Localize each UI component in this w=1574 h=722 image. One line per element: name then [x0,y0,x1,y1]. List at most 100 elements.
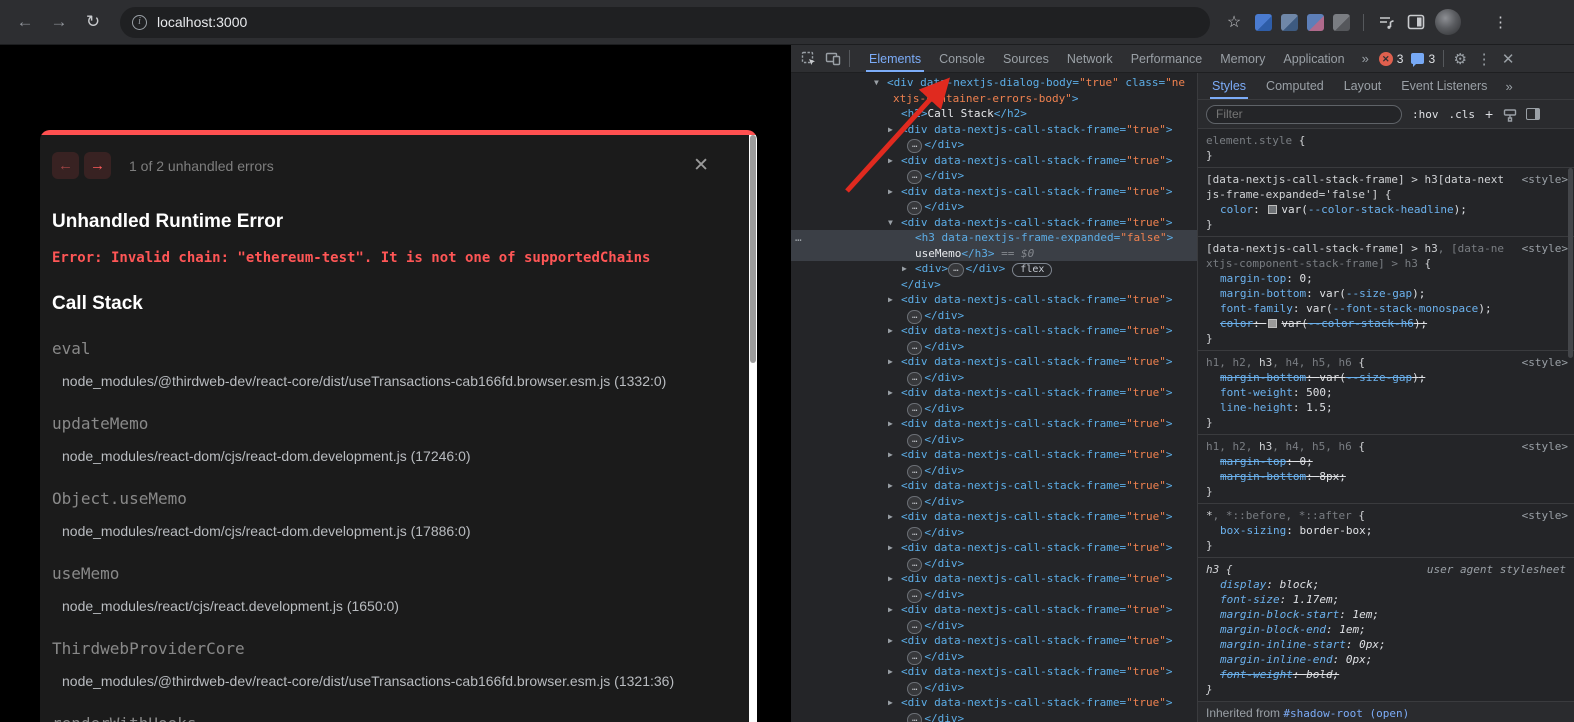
styles-filter-input[interactable] [1206,105,1402,124]
tree-row[interactable]: …</div> [791,168,1197,184]
tree-row[interactable]: …</div> [791,525,1197,541]
expand-inline-button[interactable]: … [907,620,922,634]
tree-row[interactable]: <h2>Call Stack</h2> [791,106,1197,122]
inspect-element-icon[interactable] [797,48,821,70]
tree-row[interactable]: ▼<div data-nextjs-call-stack-frame="true… [791,215,1197,231]
expand-inline-button[interactable]: … [948,263,963,277]
css-property[interactable]: color: var(--color-stack-h6); [1206,316,1568,331]
stack-frame[interactable]: ThirdwebProviderCorenode_modules/@thirdw… [52,639,745,689]
css-rule[interactable]: element.style {} [1198,129,1574,168]
expand-arrow-icon[interactable]: ▶ [888,153,893,169]
stack-frame[interactable]: renderWithHooksnode_modules/react-dom/cj… [52,714,745,722]
expand-arrow-icon[interactable]: ▶ [888,602,893,618]
address-bar[interactable]: i localhost:3000 [120,7,1210,38]
toggle-classes[interactable]: .cls [1449,108,1476,121]
tab-console[interactable]: Console [930,45,994,72]
back-button[interactable]: ← [10,7,40,37]
site-info-icon[interactable]: i [132,15,147,30]
toggle-sidebar-icon[interactable] [1526,108,1540,120]
node-menu-dots[interactable]: … [795,230,803,246]
expand-arrow-icon[interactable]: ▶ [888,122,893,138]
tree-row[interactable]: ▼<div data-nextjs-dialog-body="true" cla… [791,75,1197,91]
tree-row[interactable]: …</div> [791,339,1197,355]
css-rule[interactable]: h1, h2, h3, h4, h5, h6 {<style>margin-to… [1198,435,1574,504]
expand-arrow-icon[interactable]: ▼ [874,75,879,91]
device-toolbar-icon[interactable] [821,48,845,70]
tree-row[interactable]: …</div> [791,556,1197,572]
tree-row[interactable]: ▶<div data-nextjs-call-stack-frame="true… [791,292,1197,308]
rule-origin-link[interactable]: <style> [1522,241,1568,256]
tree-row[interactable]: ▶<div data-nextjs-call-stack-frame="true… [791,633,1197,649]
tree-row[interactable]: …</div> [791,680,1197,696]
rendering-icon[interactable] [1503,108,1516,121]
tree-row[interactable]: ▶<div data-nextjs-call-stack-frame="true… [791,354,1197,370]
rule-origin-link[interactable]: <style> [1522,172,1568,187]
css-property[interactable]: color: var(--color-stack-headline); [1206,202,1568,217]
tab-network[interactable]: Network [1058,45,1122,72]
tab-list-icon[interactable] [1377,12,1397,32]
expand-arrow-icon[interactable]: ▶ [888,323,893,339]
extension-icon[interactable] [1307,14,1324,31]
expand-inline-button[interactable]: … [907,558,922,572]
rule-origin-link[interactable]: <style> [1522,355,1568,370]
tab-elements[interactable]: Elements [860,45,930,72]
expand-inline-button[interactable]: … [907,713,922,722]
tree-row[interactable]: ▶<div data-nextjs-call-stack-frame="true… [791,416,1197,432]
expand-arrow-icon[interactable]: ▶ [888,354,893,370]
tree-row[interactable]: ▶<div data-nextjs-call-stack-frame="true… [791,385,1197,401]
css-property[interactable]: margin-top: 0; [1206,454,1568,469]
css-property[interactable]: font-size: 1.17em; [1206,592,1568,607]
tree-row[interactable]: …</div> [791,494,1197,510]
toggle-hover-state[interactable]: :hov [1412,108,1439,121]
rule-origin-link[interactable]: user agent stylesheet [1427,562,1566,577]
extension-icon[interactable] [1281,14,1298,31]
expand-arrow-icon[interactable]: ▼ [888,215,893,231]
tree-row[interactable]: …</div> [791,199,1197,215]
expand-arrow-icon[interactable]: ▶ [888,664,893,680]
sidebar-scrollbar[interactable] [1568,168,1573,358]
expand-arrow-icon[interactable]: ▶ [888,540,893,556]
color-swatch[interactable] [1268,319,1277,328]
tree-row[interactable]: </div> [791,277,1197,293]
shadow-root-link[interactable]: #shadow-root (open) [1283,707,1409,720]
next-error-button[interactable]: → [84,152,111,179]
tree-row[interactable]: …</div> [791,649,1197,665]
tree-row[interactable]: useMemo</h3> == $0 [791,246,1197,262]
sidebar-tab-event-listeners[interactable]: Event Listeners [1391,73,1497,99]
tree-row[interactable]: ▶<div data-nextjs-call-stack-frame="true… [791,184,1197,200]
sidebar-tab-layout[interactable]: Layout [1334,73,1392,99]
tree-row[interactable]: ▶<div data-nextjs-call-stack-frame="true… [791,509,1197,525]
css-property[interactable]: margin-inline-start: 0px; [1206,637,1568,652]
expand-arrow-icon[interactable]: ▶ [888,478,893,494]
tree-row[interactable]: …</div> [791,711,1197,722]
expand-arrow-icon[interactable]: ▶ [888,571,893,587]
tree-row[interactable]: …</div> [791,587,1197,603]
tab-memory[interactable]: Memory [1211,45,1274,72]
expand-arrow-icon[interactable]: ▶ [902,261,907,277]
expand-arrow-icon[interactable]: ▶ [888,184,893,200]
expand-arrow-icon[interactable]: ▶ [888,447,893,463]
browser-menu-dots[interactable]: ⋮ [1493,13,1507,31]
devtools-menu-icon[interactable]: ⋮ [1472,48,1496,70]
error-badge-icon[interactable]: ✕ [1379,52,1393,66]
expand-arrow-icon[interactable]: ▶ [888,385,893,401]
expand-inline-button[interactable]: … [907,170,922,184]
rule-origin-link[interactable]: <style> [1522,439,1568,454]
expand-inline-button[interactable]: … [907,682,922,696]
tree-row[interactable]: …</div> [791,137,1197,153]
tree-row[interactable]: ▶<div data-nextjs-call-stack-frame="true… [791,478,1197,494]
close-devtools-icon[interactable]: ✕ [1496,48,1520,70]
css-property[interactable]: margin-block-start: 1em; [1206,607,1568,622]
tab-application[interactable]: Application [1274,45,1353,72]
color-swatch[interactable] [1268,205,1277,214]
tree-row[interactable]: …</div> [791,432,1197,448]
css-property[interactable]: font-weight: 500; [1206,385,1568,400]
more-panels-icon[interactable]: » [1354,51,1377,66]
expand-inline-button[interactable]: … [907,201,922,215]
stack-frame[interactable]: evalnode_modules/@thirdweb-dev/react-cor… [52,339,745,389]
reload-button[interactable]: ↻ [78,7,108,37]
tab-performance[interactable]: Performance [1122,45,1212,72]
expand-inline-button[interactable]: … [907,496,922,510]
expand-inline-button[interactable]: … [907,372,922,386]
stack-frame[interactable]: Object.useMemonode_modules/react-dom/cjs… [52,489,745,539]
